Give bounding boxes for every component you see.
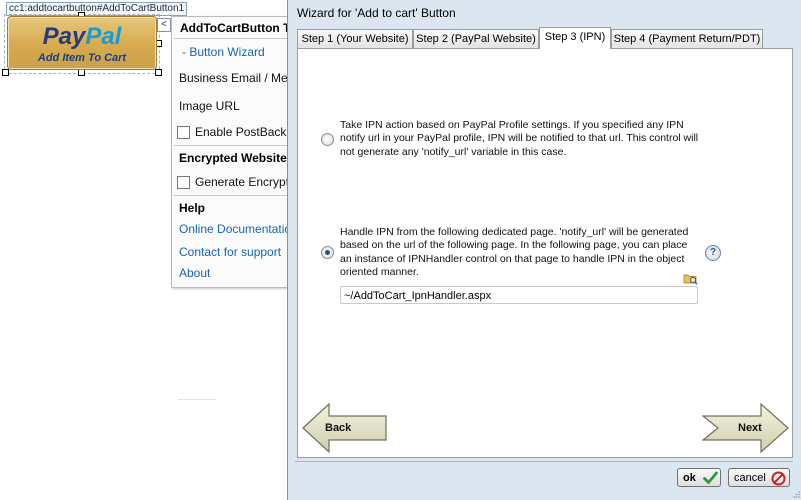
cancel-button[interactable]: cancel <box>728 468 790 487</box>
smart-panel-divider <box>174 145 297 146</box>
footer-divider <box>295 461 793 462</box>
ok-button[interactable]: ok <box>677 468 721 487</box>
paypal-button-subtitle: Add Item To Cart <box>37 52 127 64</box>
smart-panel-title: AddToCartButton T <box>180 21 291 35</box>
tab-step-3[interactable]: Step 3 (IPN) <box>539 27 611 49</box>
browse-folder-icon[interactable] <box>683 272 698 285</box>
online-documentation-link[interactable]: Online Documentatio <box>179 222 291 236</box>
designer-divider <box>178 399 216 400</box>
enable-postback-label: Enable PostBack <box>195 125 287 139</box>
image-url-label: Image URL <box>179 99 240 113</box>
next-label[interactable]: Next <box>738 422 762 434</box>
check-icon <box>703 471 718 484</box>
ipn-dedicated-page-radio[interactable] <box>321 246 334 259</box>
tab-step-2[interactable]: Step 2 (PayPal Website) <box>413 29 539 48</box>
ipn-profile-settings-text: Take IPN action based on PayPal Profile … <box>340 119 699 158</box>
back-label[interactable]: Back <box>325 422 351 434</box>
ipn-profile-settings-radio[interactable] <box>321 133 334 146</box>
resize-handle-bottom-left[interactable] <box>2 69 9 76</box>
smart-panel-divider <box>174 38 297 39</box>
help-header: Help <box>179 201 206 215</box>
button-wizard-link[interactable]: - Button Wizard <box>182 45 265 59</box>
ok-label: ok <box>683 472 696 484</box>
paypal-add-to-cart-button[interactable]: PayPal Add Item To Cart <box>7 16 157 70</box>
generate-encrypted-label: Generate Encrypte <box>195 175 296 189</box>
enable-postback-checkbox[interactable] <box>177 126 190 139</box>
tab-step-4[interactable]: Step 4 (Payment Return/PDT) <box>611 29 763 48</box>
generate-encrypted-checkbox[interactable] <box>177 176 190 189</box>
smart-tag-panel: AddToCartButton T - Button Wizard Busine… <box>171 16 298 288</box>
cancel-label: cancel <box>734 472 766 484</box>
contact-support-link[interactable]: Contact for support <box>179 245 281 259</box>
cancel-icon <box>771 471 786 486</box>
business-email-label: Business Email / Mer <box>179 71 292 85</box>
encrypted-website-header: Encrypted Website <box>179 151 287 165</box>
ipn-dedicated-page-text: Handle IPN from the following dedicated … <box>340 226 689 279</box>
smart-tag-collapse-button[interactable]: < <box>157 18 171 32</box>
smart-panel-divider <box>174 195 297 196</box>
tab-step-1[interactable]: Step 1 (Your Website) <box>297 29 413 48</box>
resize-handle-bottom[interactable] <box>78 69 85 76</box>
help-icon[interactable]: ? <box>705 245 721 261</box>
about-link[interactable]: About <box>179 266 210 280</box>
ipn-handler-page-input[interactable]: ~/AddToCart_IpnHandler.aspx <box>340 286 698 304</box>
resize-handle-bottom-right[interactable] <box>155 69 162 76</box>
resize-grip-icon[interactable] <box>792 490 800 498</box>
paypal-logo: PayPal <box>42 23 122 50</box>
wizard-title: Wizard for 'Add to cart' Button <box>297 6 456 20</box>
